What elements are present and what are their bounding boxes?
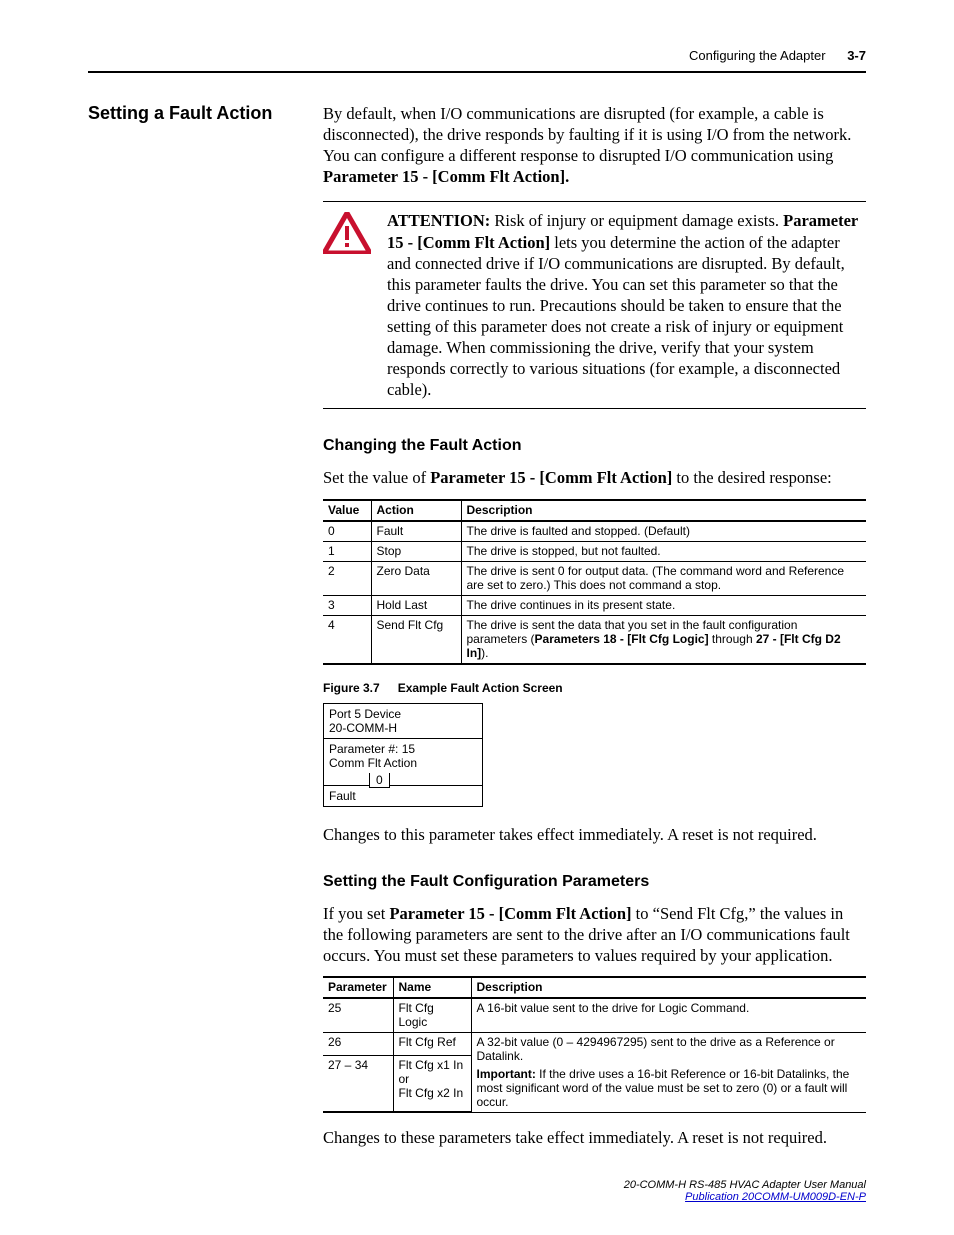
cell-value: 2	[323, 561, 371, 595]
figure-caption: Figure 3.7 Example Fault Action Screen	[323, 681, 866, 695]
cell-action: Hold Last	[371, 595, 461, 615]
attention-box: ATTENTION: Risk of injury or equipment d…	[323, 201, 866, 409]
page-footer: 20-COMM-H RS-485 HVAC Adapter User Manua…	[624, 1179, 866, 1203]
screen-row1: Port 5 Device 20-COMM-H	[323, 703, 483, 739]
changing-heading: Changing the Fault Action	[323, 437, 866, 455]
intro-paragraph: By default, when I/O communications are …	[323, 103, 866, 187]
screen-line3: Parameter #: 15	[329, 742, 477, 756]
faultcfg-intro-bold: Parameter 15 - [Comm Flt Action]	[389, 904, 631, 923]
page-number: 3-7	[847, 48, 866, 63]
changing-intro-pre: Set the value of	[323, 468, 430, 487]
section-title: Setting a Fault Action	[88, 103, 323, 124]
col-name: Name	[393, 977, 471, 998]
important-label: Important:	[477, 1067, 536, 1081]
faultcfg-intro-pre: If you set	[323, 904, 389, 923]
screen-row2: Parameter #: 15 Comm Flt Action 0	[323, 738, 483, 786]
figure-after-text: Changes to this parameter takes effect i…	[323, 824, 866, 845]
changing-intro-post: to the desired response:	[672, 468, 831, 487]
cell-name: Flt Cfg Ref	[393, 1032, 471, 1055]
cell-param: 26	[323, 1032, 393, 1055]
table-row: 25 Flt Cfg Logic A 16-bit value sent to …	[323, 998, 866, 1033]
attention-pre: Risk of injury or equipment damage exist…	[490, 211, 783, 230]
chapter-title: Configuring the Adapter	[689, 48, 826, 63]
cell-value: 1	[323, 541, 371, 561]
changing-intro-bold: Parameter 15 - [Comm Flt Action]	[430, 468, 672, 487]
screen-line4: Comm Flt Action	[329, 756, 477, 770]
table-row: 0 Fault The drive is faulted and stopped…	[323, 521, 866, 542]
faultcfg-table: Parameter Name Description 25 Flt Cfg Lo…	[323, 976, 866, 1114]
cell-action: Stop	[371, 541, 461, 561]
cell-desc: The drive is sent the data that you set …	[461, 615, 866, 664]
desc-pre: A 32-bit value (0 – 4294967295) sent to …	[477, 1035, 862, 1063]
screen-line2: 20-COMM-H	[329, 721, 477, 735]
desc-post: ).	[481, 646, 488, 660]
col-desc: Description	[471, 977, 866, 998]
col-value: Value	[323, 500, 371, 521]
table-row: 2 Zero Data The drive is sent 0 for outp…	[323, 561, 866, 595]
attention-text: ATTENTION: Risk of injury or equipment d…	[381, 210, 866, 400]
cell-desc-merged: A 32-bit value (0 – 4294967295) sent to …	[471, 1032, 866, 1112]
attention-post: lets you determine the action of the ada…	[387, 233, 845, 400]
faultcfg-after-text: Changes to these parameters take effect …	[323, 1127, 866, 1148]
col-param: Parameter	[323, 977, 393, 998]
example-screen: Port 5 Device 20-COMM-H Parameter #: 15 …	[323, 703, 483, 807]
screen-line5: Fault	[329, 789, 477, 803]
changing-intro: Set the value of Parameter 15 - [Comm Fl…	[323, 467, 866, 488]
header-divider	[88, 71, 866, 73]
cell-desc: The drive is faulted and stopped. (Defau…	[461, 521, 866, 542]
table-row: 1 Stop The drive is stopped, but not fau…	[323, 541, 866, 561]
intro-param-bold: Parameter 15 - [Comm Flt Action].	[323, 167, 569, 186]
figure-label: Figure 3.7	[323, 681, 380, 695]
cell-desc: The drive is sent 0 for output data. (Th…	[461, 561, 866, 595]
footer-publication-link[interactable]: Publication 20COMM-UM009D-EN-P	[685, 1191, 866, 1203]
screen-line1: Port 5 Device	[329, 707, 477, 721]
cell-desc: A 16-bit value sent to the drive for Log…	[471, 998, 866, 1033]
cell-name: Flt Cfg Logic	[393, 998, 471, 1033]
page-header: Configuring the Adapter 3-7	[88, 48, 866, 63]
screen-row3: Fault	[323, 785, 483, 807]
cell-action: Zero Data	[371, 561, 461, 595]
cell-action: Send Flt Cfg	[371, 615, 461, 664]
col-desc: Description	[461, 500, 866, 521]
table-row: 4 Send Flt Cfg The drive is sent the dat…	[323, 615, 866, 664]
faultcfg-intro: If you set Parameter 15 - [Comm Flt Acti…	[323, 903, 866, 966]
cell-desc: The drive continues in its present state…	[461, 595, 866, 615]
attention-icon	[323, 210, 381, 259]
cell-value: 4	[323, 615, 371, 664]
screen-value: 0	[369, 773, 390, 788]
intro-text: By default, when I/O communications are …	[323, 104, 851, 165]
cell-name: Flt Cfg x1 In or Flt Cfg x2 In	[393, 1056, 471, 1113]
fault-action-table: Value Action Description 0 Fault The dri…	[323, 499, 866, 665]
desc-mid: through	[709, 632, 756, 646]
cell-value: 0	[323, 521, 371, 542]
cell-param: 27 – 34	[323, 1056, 393, 1113]
cell-desc: The drive is stopped, but not faulted.	[461, 541, 866, 561]
cell-value: 3	[323, 595, 371, 615]
table-row: 26 Flt Cfg Ref A 32-bit value (0 – 42949…	[323, 1032, 866, 1055]
desc-bold1: Parameters 18 - [Flt Cfg Logic]	[535, 632, 709, 646]
footer-manual: 20-COMM-H RS-485 HVAC Adapter User Manua…	[624, 1179, 866, 1191]
cell-param: 25	[323, 998, 393, 1033]
cell-action: Fault	[371, 521, 461, 542]
col-action: Action	[371, 500, 461, 521]
table-row: 3 Hold Last The drive continues in its p…	[323, 595, 866, 615]
faultcfg-heading: Setting the Fault Configuration Paramete…	[323, 873, 866, 891]
figure-title: Example Fault Action Screen	[398, 681, 563, 695]
attention-label: ATTENTION:	[387, 211, 490, 230]
